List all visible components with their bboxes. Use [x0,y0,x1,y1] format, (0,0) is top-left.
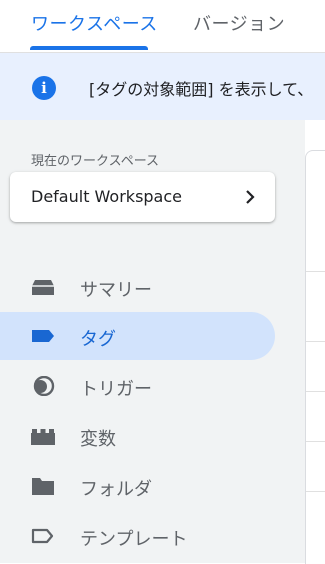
banner-text: [タグの対象範囲] を表示して、 [89,80,314,99]
top-tab-bar: ワークスペース バージョン [0,0,325,53]
sidebar-item-label: フォルダ [80,479,152,500]
sidebar-item-triggers[interactable]: トリガー [0,362,275,410]
workspace-selector[interactable]: Default Workspace [10,172,275,222]
sidebar-item-tags[interactable]: タグ [0,312,275,360]
sidebar-item-label: サマリー [80,280,152,301]
tab-workspace[interactable]: ワークスペース [31,10,158,36]
workspace-name: Default Workspace [31,187,182,206]
main-content-panel [305,150,325,564]
folder-icon [32,478,54,495]
panel-divider [306,441,325,442]
panel-divider [306,391,325,392]
sidebar-item-label: 変数 [80,429,116,450]
tag-icon [32,330,54,342]
panel-divider [306,271,325,272]
info-banner: i [タグの対象範囲] を表示して、 [0,53,325,120]
sidebar-item-folders[interactable]: フォルダ [0,462,275,510]
active-tab-indicator [30,46,148,50]
sidebar-item-label: タグ [80,329,116,350]
sidebar-item-label: テンプレート [80,529,188,550]
panel-divider [306,491,325,492]
trigger-icon [33,376,55,396]
sidebar-item-templates[interactable]: テンプレート [0,512,275,560]
tab-versions[interactable]: バージョン [193,10,285,36]
workspace-label: 現在のワークスペース [31,154,160,169]
inbox-icon [32,280,54,295]
sidebar-item-summary[interactable]: サマリー [0,263,275,311]
variable-brick-icon [31,429,55,445]
sidebar-item-variables[interactable]: 変数 [0,412,275,460]
sidebar-item-label: トリガー [80,379,152,400]
panel-divider [306,341,325,342]
chevron-right-icon [246,190,255,204]
info-icon: i [32,76,56,100]
tag-outline-icon [31,528,54,544]
